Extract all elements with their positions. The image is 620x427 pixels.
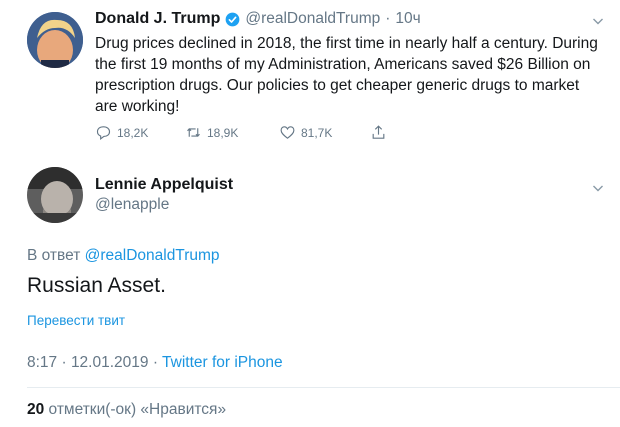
tweet-actions: 18,2K 18,9K 81,7K [95, 124, 395, 144]
share-button[interactable] [370, 124, 387, 141]
reply-author-handle[interactable]: @lenapple [95, 196, 169, 214]
retweet-icon [187, 128, 200, 137]
retweet-count: 18,9K [207, 125, 239, 140]
heart-icon [280, 126, 295, 139]
tweet-header: Donald J. Trump @realDonaldTrump · 10ч [95, 10, 421, 28]
time-ago[interactable]: 10ч [395, 10, 420, 28]
author-handle[interactable]: @realDonaldTrump [245, 10, 380, 28]
likes-count: 20 [27, 401, 45, 418]
reply-author-avatar[interactable] [27, 167, 83, 223]
reply-text: Russian Asset. [27, 274, 166, 297]
translate-tweet-link[interactable]: Перевести твит [27, 313, 125, 328]
retweet-button[interactable]: 18,9K [185, 124, 238, 141]
source-link[interactable]: Twitter for iPhone [162, 354, 283, 371]
reply-context: В ответ @realDonaldTrump [27, 247, 220, 265]
timestamp[interactable]: 8:17 · 12.01.2019 · [27, 354, 162, 371]
like-count: 81,7K [301, 125, 333, 140]
reply-more-options-icon[interactable] [592, 181, 604, 199]
separator: · [385, 10, 391, 27]
reply-count: 18,2K [117, 125, 149, 140]
tweet-meta: 8:17 · 12.01.2019 · Twitter for iPhone [27, 354, 283, 372]
share-icon [372, 125, 385, 139]
reply-to-link[interactable]: @realDonaldTrump [85, 247, 220, 264]
verified-icon [225, 12, 240, 27]
likes-label: отметки(-ок) «Нравится» [44, 401, 227, 418]
author-name[interactable]: Donald J. Trump [95, 10, 220, 28]
reply-author-name[interactable]: Lennie Appelquist [95, 176, 233, 194]
reply-prefix: В ответ [27, 247, 81, 264]
reply-icon [96, 126, 111, 141]
likes-summary[interactable]: 20 отметки(-ок) «Нравится» [27, 401, 226, 419]
trump-avatar[interactable] [27, 12, 83, 68]
reply-button[interactable]: 18,2K [95, 124, 148, 141]
more-options-icon[interactable] [592, 14, 604, 32]
like-button[interactable]: 81,7K [279, 124, 332, 141]
meta-divider [27, 387, 620, 388]
avatar-photo [27, 167, 83, 223]
tweet-text: Drug prices declined in 2018, the first … [95, 35, 598, 115]
avatar-photo [27, 12, 83, 68]
